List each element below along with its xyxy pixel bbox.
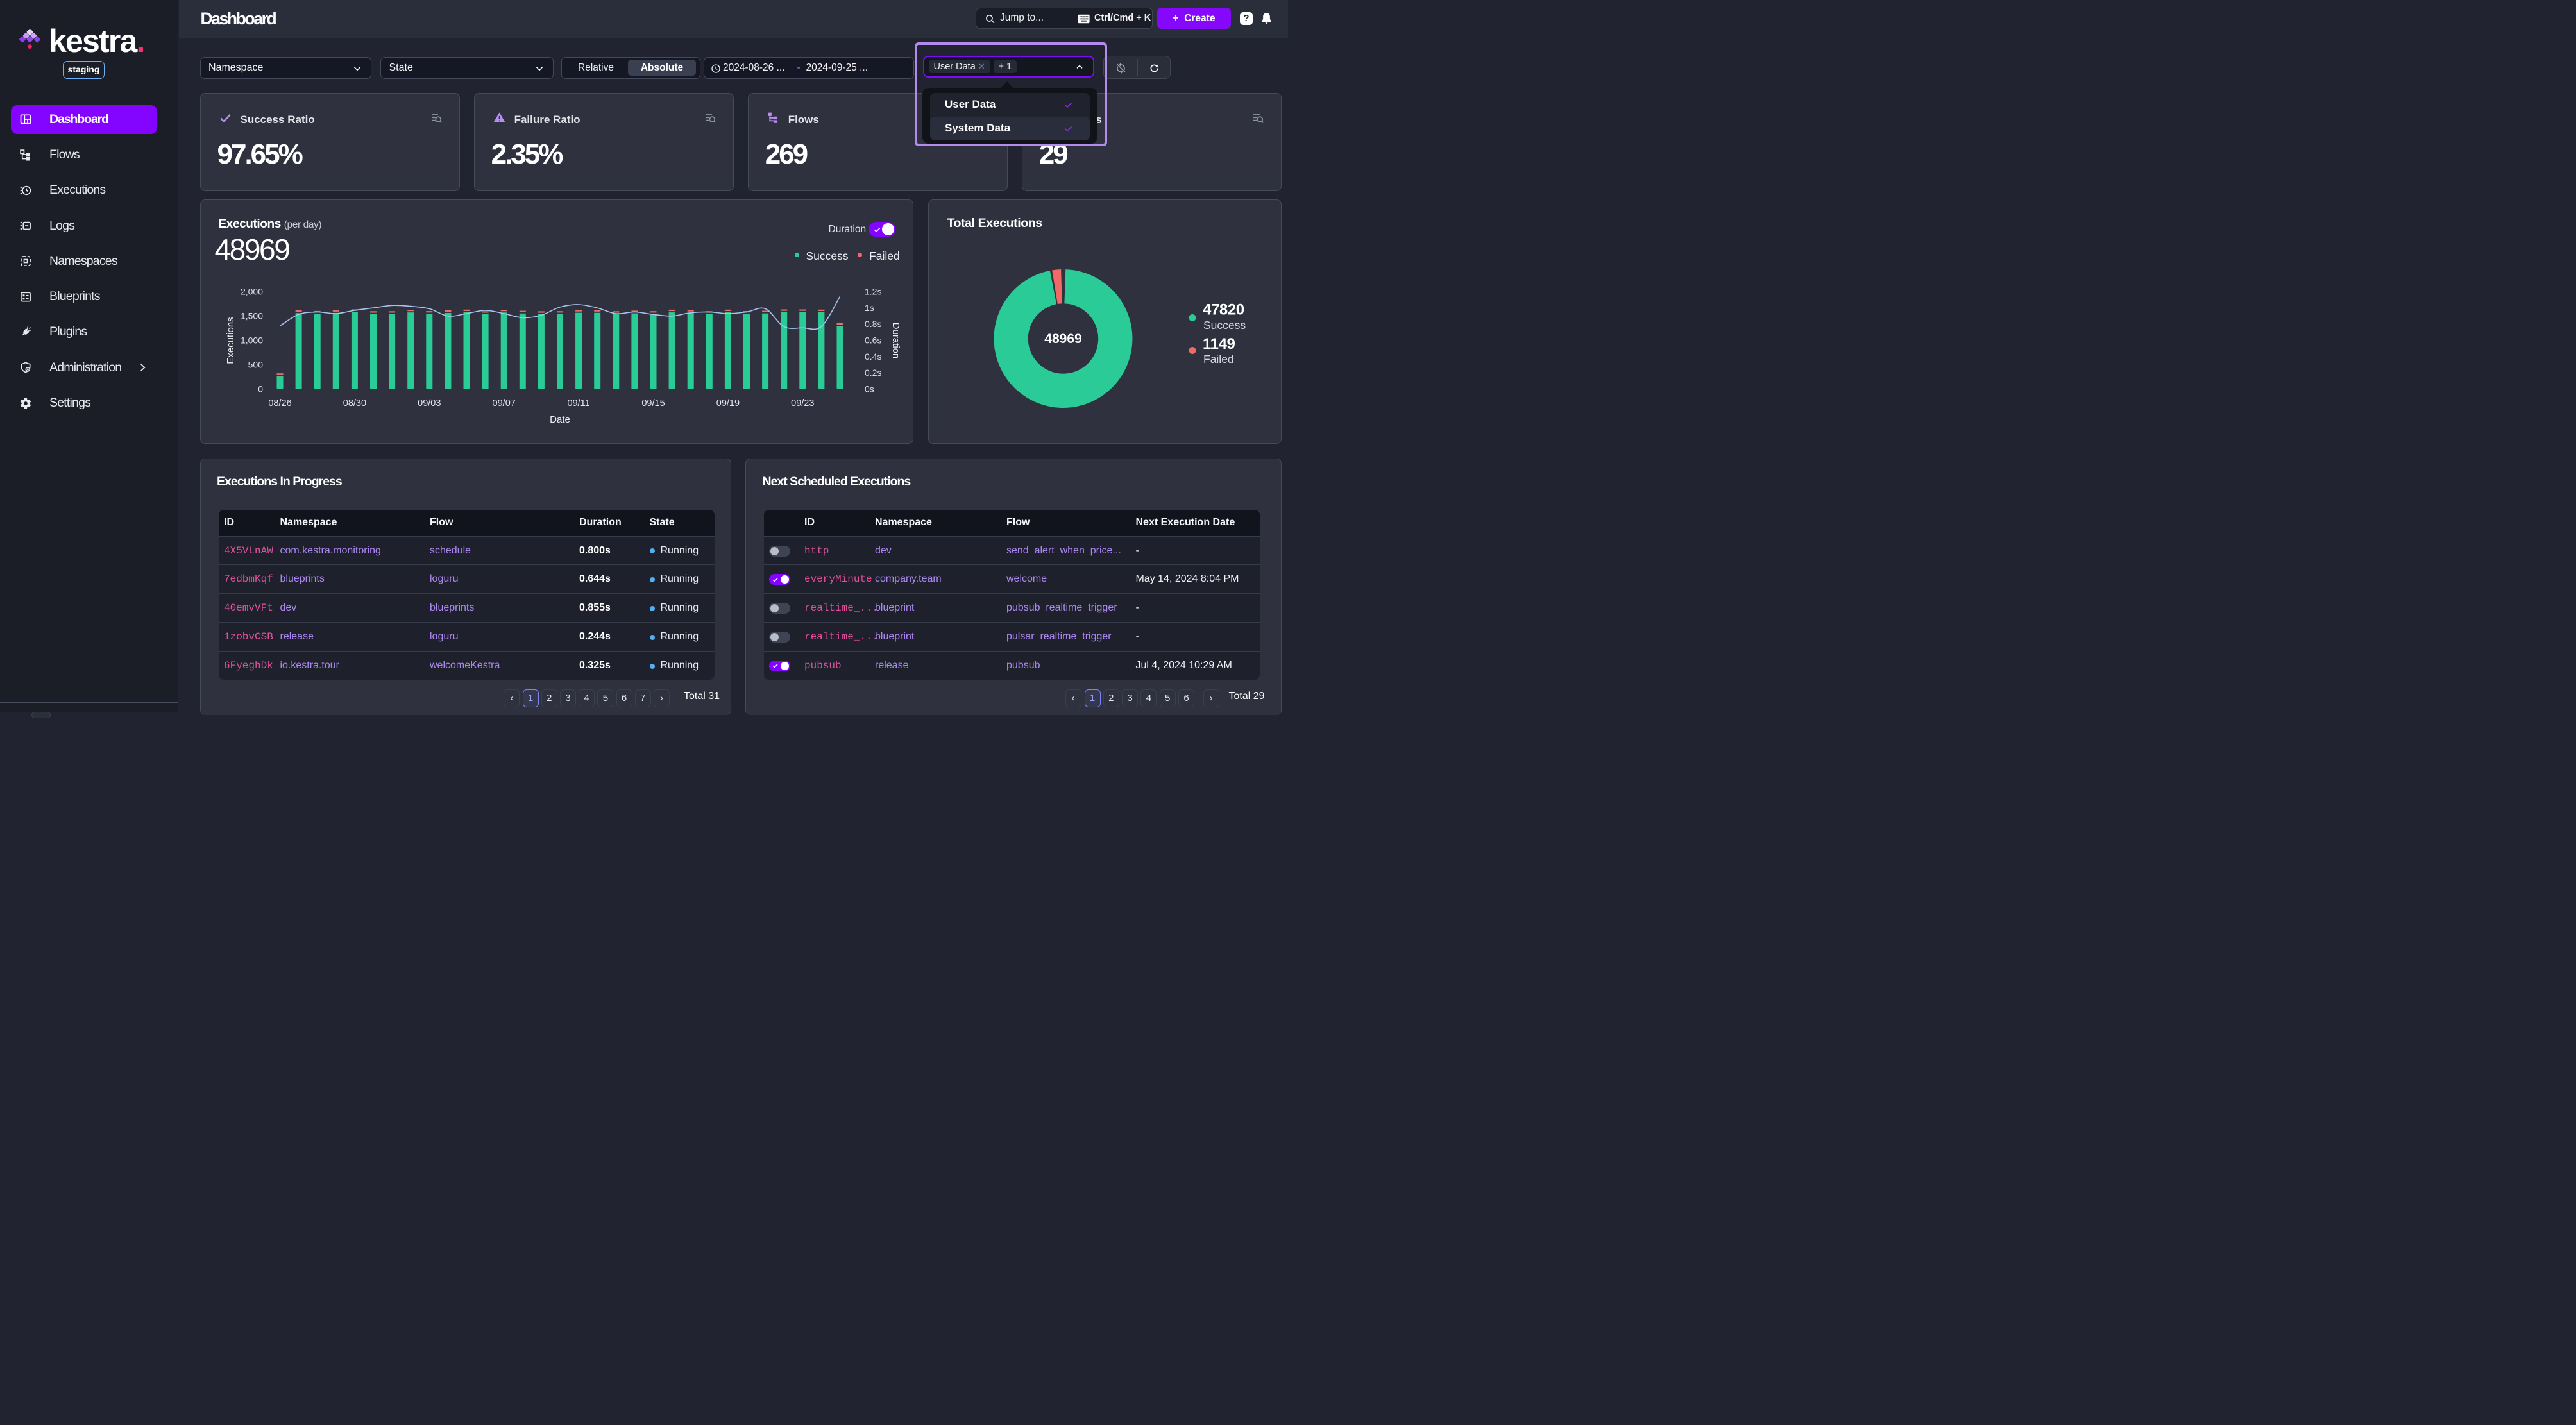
svg-text:09/07: 09/07	[492, 398, 515, 409]
svg-text:1s: 1s	[865, 303, 874, 313]
svg-text:0.2s: 0.2s	[865, 367, 881, 378]
svg-text:08/30: 08/30	[343, 398, 366, 409]
svg-text:48969: 48969	[1044, 332, 1081, 346]
svg-text:Duration: Duration	[890, 323, 901, 359]
svg-text:Success: Success	[1203, 319, 1246, 332]
svg-text:1.2s: 1.2s	[865, 287, 881, 297]
svg-text:09/11: 09/11	[567, 398, 589, 409]
svg-text:2,000: 2,000	[240, 287, 262, 297]
svg-text:0s: 0s	[865, 384, 874, 394]
svg-text:09/15: 09/15	[641, 398, 665, 409]
svg-text:0.4s: 0.4s	[865, 351, 881, 362]
svg-text:Executions: Executions	[225, 317, 236, 364]
svg-text:09/03: 09/03	[418, 398, 441, 409]
svg-text:47820: 47820	[1203, 301, 1244, 319]
svg-text:1,500: 1,500	[240, 311, 262, 321]
svg-text:Date: Date	[550, 414, 570, 425]
svg-text:09/23: 09/23	[791, 398, 814, 409]
svg-text:500: 500	[248, 360, 263, 370]
svg-text:0.6s: 0.6s	[865, 335, 881, 346]
svg-text:1149: 1149	[1203, 335, 1235, 353]
svg-text:0.8s: 0.8s	[865, 319, 881, 329]
svg-text:1,000: 1,000	[240, 335, 262, 346]
svg-text:09/19: 09/19	[716, 398, 739, 409]
svg-text:08/26: 08/26	[268, 398, 291, 409]
svg-text:0: 0	[258, 384, 263, 394]
svg-text:Failed: Failed	[1203, 353, 1234, 366]
